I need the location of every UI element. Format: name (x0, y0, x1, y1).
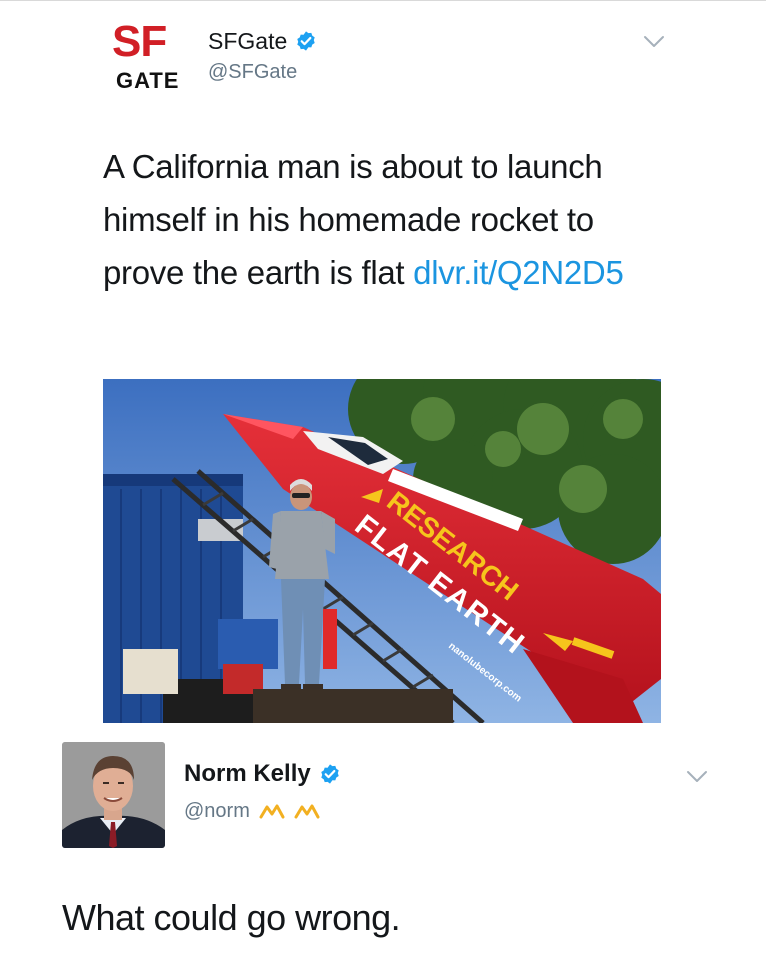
tweet1-author[interactable]: SFGate @SFGate (208, 29, 317, 83)
tweet1-text: A California man is about to launch hims… (103, 140, 663, 299)
top-divider (0, 0, 766, 1)
tweet2-author[interactable]: Norm Kelly @norm (184, 762, 341, 822)
rocket-photo: RESEARCH FLAT EARTH nanolubecorp.com (103, 379, 661, 723)
tweet1-handle[interactable]: @SFGate (208, 61, 317, 83)
logo-gate-text: GATE (116, 68, 180, 93)
logo-sf-text: SF (112, 17, 167, 66)
tweet1-link[interactable]: dlvr.it/Q2N2D5 (413, 254, 624, 291)
verified-badge-icon (297, 31, 315, 51)
tweet2-display-name[interactable]: Norm Kelly (184, 762, 311, 786)
tweet1-display-name[interactable]: SFGate (208, 29, 287, 53)
verified-badge-icon (320, 764, 339, 784)
tweet2-text: What could go wrong. (62, 897, 401, 938)
norm-kelly-avatar[interactable] (62, 742, 165, 848)
squiggle-emoji-icon (259, 804, 320, 819)
chevron-down-icon[interactable] (643, 35, 665, 49)
avatar-image (62, 742, 165, 848)
sfgate-logo-avatar[interactable]: SF GATE (106, 17, 196, 98)
tweet1-photo[interactable]: RESEARCH FLAT EARTH nanolubecorp.com (103, 379, 661, 723)
tweet2-handle[interactable]: @norm (184, 800, 250, 822)
chevron-down-icon[interactable] (686, 770, 708, 784)
tweet2-handle-row: @norm (184, 800, 341, 822)
